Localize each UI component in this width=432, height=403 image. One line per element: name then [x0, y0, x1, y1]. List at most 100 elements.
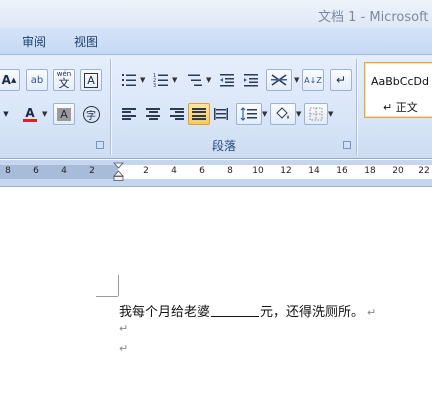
chinese-layout-icon: [271, 74, 287, 86]
align-center-icon: [146, 108, 160, 120]
ruler-number: 12: [280, 166, 292, 176]
char-shading-button[interactable]: A: [53, 103, 75, 125]
align-right-icon: [170, 108, 184, 120]
margin-corner-mark: [118, 275, 119, 296]
chinese-layout-button[interactable]: [266, 69, 292, 91]
tab-review[interactable]: 审阅: [22, 33, 46, 50]
clear-format-button[interactable]: ab: [26, 69, 48, 91]
borders-button[interactable]: [304, 103, 328, 125]
numbering-icon: 1 2 3: [153, 73, 168, 87]
window-title: 文档 1 - Microsoft: [318, 10, 429, 25]
paint-bucket-icon: [276, 107, 289, 119]
numbering-dropdown-icon[interactable]: ▼: [172, 76, 177, 84]
show-marks-button[interactable]: ↵: [330, 69, 352, 91]
enclose-char-button[interactable]: 字: [80, 103, 102, 125]
fill-in-blank: [211, 305, 260, 317]
decrease-indent-button[interactable]: [216, 69, 238, 91]
grow-font-button[interactable]: A ▲: [0, 69, 20, 91]
bullets-dropdown-icon[interactable]: ▼: [140, 76, 145, 84]
ruler-number: 4: [61, 166, 67, 176]
shading-button[interactable]: [270, 103, 296, 125]
ruler-number: 4: [171, 166, 177, 176]
line-spacing-dropdown-icon[interactable]: ▼: [262, 110, 267, 118]
ruler-number: 6: [199, 166, 205, 176]
font-color-icon: A: [23, 107, 37, 122]
bullets-button[interactable]: [118, 69, 140, 91]
paragraph-mark-icon: ↵: [119, 342, 129, 355]
char-shading-icon: A: [57, 107, 71, 121]
ruler-number: 8: [5, 166, 11, 176]
borders-icon: [309, 107, 323, 121]
ruler-number: 16: [336, 166, 348, 176]
ruler-number: 6: [33, 166, 39, 176]
document-paragraph[interactable]: 我每个月给老婆 元，还得洗厕所。 ↵: [119, 301, 376, 320]
empty-paragraph[interactable]: ↵: [119, 321, 128, 336]
decrease-indent-icon: [220, 74, 234, 87]
borders-dropdown-icon[interactable]: ▼: [328, 110, 333, 118]
ruler-number: 2: [143, 166, 149, 176]
ruler-number: 8: [227, 166, 233, 176]
phonetic-guide-button[interactable]: wén 文: [53, 69, 75, 91]
title-bar: 文档 1 - Microsoft: [0, 0, 432, 28]
tab-view[interactable]: 视图: [74, 33, 98, 50]
group-separator: [356, 59, 357, 155]
line-spacing-button[interactable]: [236, 103, 262, 125]
paragraph-group-launcher-icon[interactable]: [343, 141, 351, 149]
line-spacing-icon: [240, 107, 257, 121]
sort-button[interactable]: A↓Z: [302, 69, 324, 91]
multilevel-list-icon: [188, 74, 202, 86]
style-name: ↵ 正文: [383, 101, 418, 114]
bullets-icon: [122, 74, 136, 86]
paragraph-mark-icon: ↵: [119, 322, 129, 335]
ruler-text-area: [118, 165, 432, 179]
numbering-button[interactable]: 1 2 3: [150, 69, 172, 91]
margin-corner-mark: [96, 296, 118, 297]
increase-indent-icon: [244, 74, 258, 87]
sort-icon: A↓Z: [304, 75, 322, 85]
font-color-dropdown-icon[interactable]: ▼: [42, 110, 47, 118]
indent-marker-icon[interactable]: [113, 162, 124, 182]
font-color-swatch: [23, 118, 37, 122]
chinese-layout-dropdown-icon[interactable]: ▼: [294, 76, 299, 84]
ribbon-tabs: 审阅 视图: [0, 28, 432, 54]
paragraph-text-after: 元，还得洗厕所。: [260, 305, 365, 320]
document-top-edge: [0, 186, 432, 200]
ruler-number: 14: [308, 166, 320, 176]
grow-font-icon: A: [1, 73, 11, 87]
multilevel-dropdown-icon[interactable]: ▼: [206, 76, 211, 84]
svg-text:3: 3: [153, 83, 156, 87]
char-border-button[interactable]: A: [80, 69, 102, 91]
ruler-margin-area: [0, 165, 118, 179]
ruler-number: 20: [392, 166, 404, 176]
multilevel-list-button[interactable]: [184, 69, 206, 91]
justify-icon: [192, 108, 206, 120]
highlight-dropdown[interactable]: ▼: [0, 103, 14, 125]
distributed-button[interactable]: [210, 103, 232, 125]
shading-dropdown-icon[interactable]: ▼: [296, 110, 301, 118]
empty-paragraph[interactable]: ↵: [119, 341, 128, 356]
paragraph-text-before: 我每个月给老婆: [119, 305, 211, 320]
ruler-number: 18: [364, 166, 376, 176]
paragraph-group-label: 段落: [212, 139, 237, 153]
enclose-char-icon: 字: [82, 105, 100, 123]
font-color-letter: A: [25, 105, 35, 120]
align-left-button[interactable]: [118, 103, 140, 125]
align-center-button[interactable]: [142, 103, 164, 125]
ruler-number: 10: [252, 166, 264, 176]
horizontal-ruler[interactable]: 8 6 4 2 2 4 6 8 10 12 14 16 18 20 22: [0, 160, 432, 186]
ruler-number: 2: [89, 166, 95, 176]
clear-format-icon: ab: [30, 74, 44, 86]
show-marks-icon: ↵: [335, 73, 347, 87]
align-left-icon: [122, 108, 136, 120]
font-group-launcher-icon[interactable]: [96, 141, 104, 149]
phonetic-bottom: 文: [58, 77, 70, 90]
paragraph-mark-icon: ↵: [367, 306, 377, 319]
font-color-button[interactable]: A: [18, 103, 42, 125]
justify-button[interactable]: [188, 103, 210, 125]
increase-indent-button[interactable]: [240, 69, 262, 91]
group-separator: [110, 59, 111, 155]
style-sample-text: AaBbCcDd: [371, 75, 429, 88]
style-normal-tile[interactable]: AaBbCcDd ↵ 正文: [364, 62, 432, 118]
align-right-button[interactable]: [166, 103, 188, 125]
phonetic-guide-icon: wén 文: [57, 71, 71, 90]
